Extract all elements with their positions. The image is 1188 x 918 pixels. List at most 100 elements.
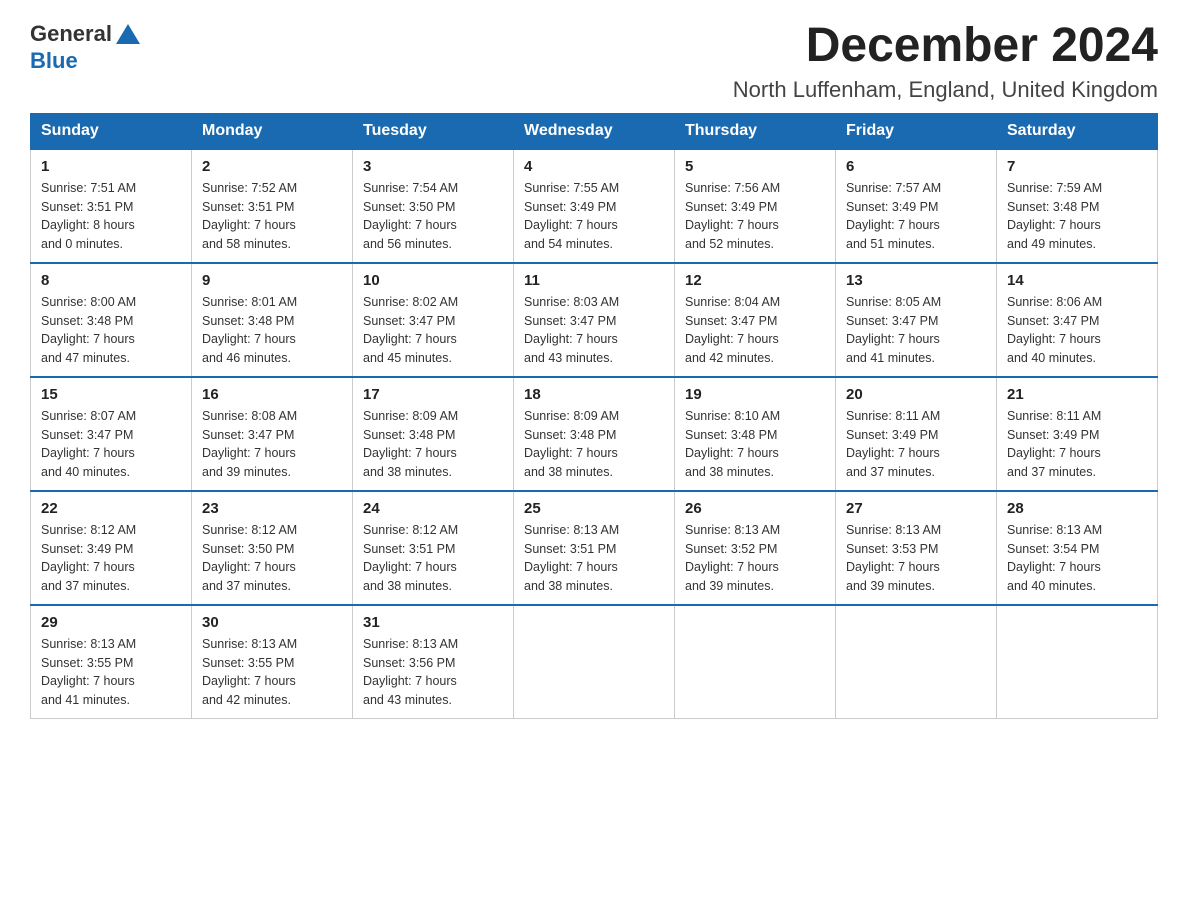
day-number: 9	[202, 272, 342, 289]
week-row-4: 22 Sunrise: 8:12 AMSunset: 3:49 PMDayligh…	[31, 491, 1158, 605]
day-cell-11: 11 Sunrise: 8:03 AMSunset: 3:47 PMDayligh…	[514, 263, 675, 377]
day-info: Sunrise: 8:13 AMSunset: 3:51 PMDaylight:…	[524, 521, 664, 596]
weekday-header-thursday: Thursday	[675, 113, 836, 149]
location-title: North Luffenham, England, United Kingdom	[733, 77, 1158, 103]
day-cell-27: 27Sunrise: 8:13 AMSunset: 3:53 PMDayligh…	[836, 491, 997, 605]
logo: General Blue	[30, 20, 142, 74]
day-cell-14: 14Sunrise: 8:06 AMSunset: 3:47 PMDayligh…	[997, 263, 1158, 377]
day-number: 31	[363, 614, 503, 631]
day-number: 19	[685, 386, 825, 403]
day-info: Sunrise: 7:51 AMSunset: 3:51 PMDaylight:…	[41, 179, 181, 254]
day-number: 17	[363, 386, 503, 403]
day-info: Sunrise: 8:12 AMSunset: 3:51 PMDaylight:…	[363, 521, 503, 596]
day-info: Sunrise: 8:07 AMSunset: 3:47 PMDaylight:…	[41, 407, 181, 482]
week-row-1: 1Sunrise: 7:51 AMSunset: 3:51 PMDaylight…	[31, 149, 1158, 263]
day-number: 8	[41, 272, 181, 289]
weekday-header-saturday: Saturday	[997, 113, 1158, 149]
day-cell-12: 12 Sunrise: 8:04 AMSunset: 3:47 PMDayligh…	[675, 263, 836, 377]
day-cell-5: 5Sunrise: 7:56 AMSunset: 3:49 PMDaylight…	[675, 149, 836, 263]
day-number: 10	[363, 272, 503, 289]
weekday-header-sunday: Sunday	[31, 113, 192, 149]
day-info: Sunrise: 8:05 AMSunset: 3:47 PMDaylight:…	[846, 293, 986, 368]
day-cell-8: 8 Sunrise: 8:00 AMSunset: 3:48 PMDaylight…	[31, 263, 192, 377]
day-info: Sunrise: 8:11 AMSunset: 3:49 PMDaylight:…	[1007, 407, 1147, 482]
week-row-3: 15Sunrise: 8:07 AMSunset: 3:47 PMDayligh…	[31, 377, 1158, 491]
day-info: Sunrise: 8:10 AMSunset: 3:48 PMDaylight:…	[685, 407, 825, 482]
day-cell-31: 31 Sunrise: 8:13 AMSunset: 3:56 PMDayligh…	[353, 605, 514, 719]
day-cell-9: 9 Sunrise: 8:01 AMSunset: 3:48 PMDaylight…	[192, 263, 353, 377]
day-cell-21: 21 Sunrise: 8:11 AMSunset: 3:49 PMDayligh…	[997, 377, 1158, 491]
weekday-header-monday: Monday	[192, 113, 353, 149]
day-cell-30: 30Sunrise: 8:13 AMSunset: 3:55 PMDayligh…	[192, 605, 353, 719]
day-info: Sunrise: 7:54 AMSunset: 3:50 PMDaylight:…	[363, 179, 503, 254]
week-row-2: 8 Sunrise: 8:00 AMSunset: 3:48 PMDaylight…	[31, 263, 1158, 377]
day-cell-empty	[997, 605, 1158, 719]
day-cell-18: 18Sunrise: 8:09 AMSunset: 3:48 PMDayligh…	[514, 377, 675, 491]
day-info: Sunrise: 8:02 AMSunset: 3:47 PMDaylight:…	[363, 293, 503, 368]
day-info: Sunrise: 8:12 AMSunset: 3:49 PMDaylight:…	[41, 521, 181, 596]
day-number: 21	[1007, 386, 1147, 403]
day-cell-empty	[514, 605, 675, 719]
day-number: 11	[524, 272, 664, 289]
weekday-header-friday: Friday	[836, 113, 997, 149]
day-info: Sunrise: 8:03 AMSunset: 3:47 PMDaylight:…	[524, 293, 664, 368]
day-cell-25: 25Sunrise: 8:13 AMSunset: 3:51 PMDayligh…	[514, 491, 675, 605]
day-number: 7	[1007, 158, 1147, 175]
title-block: December 2024 North Luffenham, England, …	[733, 20, 1158, 103]
day-info: Sunrise: 7:56 AMSunset: 3:49 PMDaylight:…	[685, 179, 825, 254]
day-number: 12	[685, 272, 825, 289]
day-number: 16	[202, 386, 342, 403]
day-info: Sunrise: 8:04 AMSunset: 3:47 PMDaylight:…	[685, 293, 825, 368]
day-cell-13: 13 Sunrise: 8:05 AMSunset: 3:47 PMDayligh…	[836, 263, 997, 377]
day-number: 3	[363, 158, 503, 175]
day-cell-20: 20 Sunrise: 8:11 AMSunset: 3:49 PMDayligh…	[836, 377, 997, 491]
day-info: Sunrise: 7:59 AMSunset: 3:48 PMDaylight:…	[1007, 179, 1147, 254]
day-info: Sunrise: 8:13 AMSunset: 3:53 PMDaylight:…	[846, 521, 986, 596]
day-cell-19: 19 Sunrise: 8:10 AMSunset: 3:48 PMDayligh…	[675, 377, 836, 491]
day-number: 18	[524, 386, 664, 403]
day-cell-2: 2 Sunrise: 7:52 AMSunset: 3:51 PMDaylight…	[192, 149, 353, 263]
day-cell-3: 3 Sunrise: 7:54 AMSunset: 3:50 PMDaylight…	[353, 149, 514, 263]
day-cell-22: 22 Sunrise: 8:12 AMSunset: 3:49 PMDayligh…	[31, 491, 192, 605]
day-cell-24: 24 Sunrise: 8:12 AMSunset: 3:51 PMDayligh…	[353, 491, 514, 605]
day-info: Sunrise: 8:12 AMSunset: 3:50 PMDaylight:…	[202, 521, 342, 596]
day-info: Sunrise: 8:00 AMSunset: 3:48 PMDaylight:…	[41, 293, 181, 368]
day-info: Sunrise: 8:01 AMSunset: 3:48 PMDaylight:…	[202, 293, 342, 368]
day-cell-4: 4Sunrise: 7:55 AMSunset: 3:49 PMDaylight…	[514, 149, 675, 263]
day-info: Sunrise: 7:57 AMSunset: 3:49 PMDaylight:…	[846, 179, 986, 254]
day-cell-16: 16 Sunrise: 8:08 AMSunset: 3:47 PMDayligh…	[192, 377, 353, 491]
day-cell-17: 17 Sunrise: 8:09 AMSunset: 3:48 PMDayligh…	[353, 377, 514, 491]
day-cell-29: 29 Sunrise: 8:13 AMSunset: 3:55 PMDayligh…	[31, 605, 192, 719]
day-cell-15: 15Sunrise: 8:07 AMSunset: 3:47 PMDayligh…	[31, 377, 192, 491]
day-number: 2	[202, 158, 342, 175]
day-number: 13	[846, 272, 986, 289]
logo-icon	[114, 20, 142, 48]
day-number: 24	[363, 500, 503, 517]
day-number: 29	[41, 614, 181, 631]
day-info: Sunrise: 8:06 AMSunset: 3:47 PMDaylight:…	[1007, 293, 1147, 368]
calendar-table: SundayMondayTuesdayWednesdayThursdayFrid…	[30, 113, 1158, 719]
day-info: Sunrise: 8:11 AMSunset: 3:49 PMDaylight:…	[846, 407, 986, 482]
day-number: 6	[846, 158, 986, 175]
month-title: December 2024	[733, 20, 1158, 73]
day-number: 26	[685, 500, 825, 517]
day-number: 23	[202, 500, 342, 517]
day-number: 22	[41, 500, 181, 517]
day-info: Sunrise: 8:13 AMSunset: 3:56 PMDaylight:…	[363, 635, 503, 710]
logo-text-blue: Blue	[30, 48, 78, 73]
day-cell-6: 6 Sunrise: 7:57 AMSunset: 3:49 PMDaylight…	[836, 149, 997, 263]
day-cell-empty	[675, 605, 836, 719]
day-info: Sunrise: 8:09 AMSunset: 3:48 PMDaylight:…	[363, 407, 503, 482]
day-cell-7: 7 Sunrise: 7:59 AMSunset: 3:48 PMDaylight…	[997, 149, 1158, 263]
weekday-header-row: SundayMondayTuesdayWednesdayThursdayFrid…	[31, 113, 1158, 149]
day-cell-1: 1Sunrise: 7:51 AMSunset: 3:51 PMDaylight…	[31, 149, 192, 263]
day-info: Sunrise: 8:13 AMSunset: 3:55 PMDaylight:…	[41, 635, 181, 710]
page-header: General Blue December 2024 North Luffenh…	[30, 20, 1158, 103]
day-info: Sunrise: 7:52 AMSunset: 3:51 PMDaylight:…	[202, 179, 342, 254]
day-info: Sunrise: 8:08 AMSunset: 3:47 PMDaylight:…	[202, 407, 342, 482]
day-cell-23: 23 Sunrise: 8:12 AMSunset: 3:50 PMDayligh…	[192, 491, 353, 605]
day-info: Sunrise: 8:13 AMSunset: 3:54 PMDaylight:…	[1007, 521, 1147, 596]
day-number: 20	[846, 386, 986, 403]
weekday-header-tuesday: Tuesday	[353, 113, 514, 149]
day-number: 4	[524, 158, 664, 175]
